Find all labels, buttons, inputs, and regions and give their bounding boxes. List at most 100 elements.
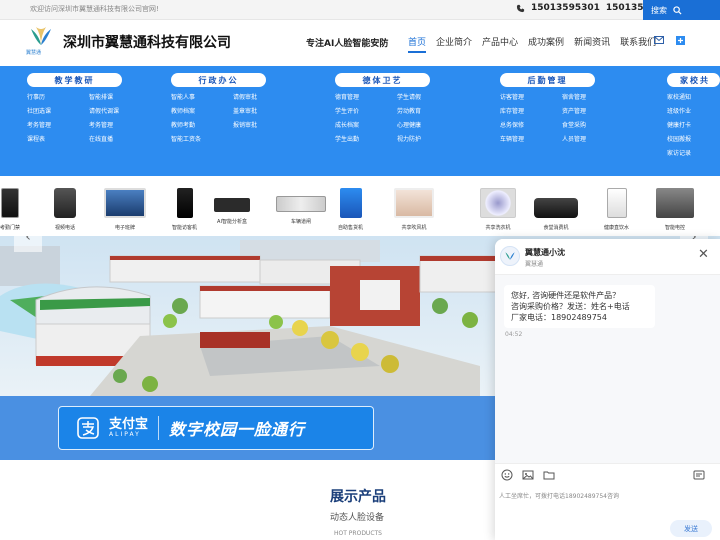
menu-link[interactable]: 学生出勤 [335, 134, 397, 143]
product-item[interactable]: 健康直饮水 [604, 188, 629, 231]
product-item[interactable]: AI智能分析盒 [214, 188, 250, 225]
product-item[interactable]: 智能访客机 [172, 188, 197, 231]
product-item[interactable]: 电子班牌 [104, 188, 146, 231]
menu-link[interactable]: 人员管理 [562, 134, 624, 143]
screenshot-icon[interactable] [693, 469, 705, 481]
menu-title-moral[interactable]: 德体卫艺 [335, 73, 430, 87]
header-icons [654, 36, 685, 45]
menu-link[interactable]: 在线直播 [89, 134, 151, 143]
menu-link[interactable]: 访客管理 [500, 92, 562, 101]
nav-cases[interactable]: 成功案例 [528, 35, 564, 53]
menu-link[interactable]: 班级作业 [667, 106, 720, 115]
product-item[interactable]: 自助售货机 [338, 188, 363, 231]
nav-home[interactable]: 首页 [408, 35, 427, 53]
product-label: 考勤门禁 [0, 225, 21, 231]
folder-icon[interactable] [543, 469, 555, 481]
close-icon[interactable]: ✕ [698, 248, 709, 261]
menu-title-admin[interactable]: 行政办公 [171, 73, 266, 87]
message-line: 咨询采购价格？发送：姓名+电话 [511, 302, 630, 311]
menu-link[interactable]: 宿舍管理 [562, 92, 624, 101]
menu-link[interactable]: 库存管理 [500, 106, 562, 115]
menu-link[interactable]: 劳动教育 [397, 106, 459, 115]
phone-number-1[interactable]: 15013595301 [531, 3, 600, 13]
menu-link[interactable]: 行事历 [27, 92, 89, 101]
menu-title-logistics[interactable]: 后勤管理 [500, 73, 595, 87]
menu-link[interactable]: 请假审批 [233, 92, 295, 101]
product-item[interactable]: 共享洗衣机 [480, 188, 516, 231]
menu-link[interactable]: 资产管理 [562, 106, 624, 115]
section-en-title: HOT PRODUCTS [334, 530, 382, 537]
message-time: 04:52 [505, 331, 523, 338]
company-logo[interactable]: 翼慧通 [26, 25, 54, 59]
chat-input[interactable]: 人工坐席忙，可拨打电话18902489754咨询 [499, 491, 619, 500]
section-title: 展示产品 [330, 489, 386, 505]
banner-slogan: 数字校园一脸通行 [169, 420, 306, 439]
menu-title-home-school[interactable]: 家校共 [667, 73, 720, 87]
menu-title-teaching[interactable]: 教学教研 [27, 73, 122, 87]
product-item[interactable]: 智能电控 [656, 188, 694, 231]
nav-news[interactable]: 新闻资讯 [574, 35, 610, 53]
logo-mark-icon [31, 27, 51, 45]
chat-input-area: 人工坐席忙，可拨打电话18902489754咨询 发送 [495, 463, 720, 540]
menu-link[interactable]: 考务管理 [27, 120, 89, 129]
product-strip: 考勤门禁 视频电话 电子班牌 智能访客机 AI智能分析盒 车辆道闸 自助售货机 … [0, 172, 720, 236]
mail-icon[interactable] [654, 36, 664, 44]
menu-link[interactable]: 总务保修 [500, 120, 562, 129]
nav-about[interactable]: 企业简介 [436, 35, 472, 53]
menu-link[interactable]: 盖章审批 [233, 106, 295, 115]
menu-link[interactable]: 家访记录 [667, 148, 720, 157]
plus-icon[interactable] [676, 36, 685, 45]
product-label: 共享吹风机 [401, 225, 427, 231]
product-item[interactable]: 共享吹风机 [394, 188, 434, 231]
search-button[interactable]: 搜索 [643, 0, 720, 20]
menu-link[interactable]: 考务管理 [89, 120, 151, 129]
image-icon[interactable] [522, 469, 534, 481]
product-item[interactable]: 车辆道闸 [276, 188, 326, 225]
product-item[interactable]: 视频电话 [54, 188, 76, 231]
menu-link[interactable]: 教师档案 [171, 106, 233, 115]
agent-org: 翼慧通 [525, 261, 544, 268]
menu-link[interactable]: 智能排课 [89, 92, 151, 101]
alipay-wordmark: 支付宝 ALIPAY [109, 418, 148, 438]
menu-link[interactable]: 家校通知 [667, 92, 720, 101]
product-item[interactable]: 考勤门禁 [0, 188, 20, 231]
menu-link[interactable]: 社团选课 [27, 106, 89, 115]
phone-icon [516, 4, 525, 12]
menu-link[interactable]: 教师考勤 [171, 120, 233, 129]
product-item[interactable]: 食堂消费机 [534, 188, 578, 231]
water-dispenser-icon [606, 188, 627, 218]
menu-link[interactable]: 学生评价 [335, 106, 397, 115]
menu-link[interactable] [233, 134, 295, 143]
menu-link[interactable]: 学生请假 [397, 92, 459, 101]
menu-link[interactable]: 车辆管理 [500, 134, 562, 143]
alipay-slogan-box[interactable]: 支付宝 ALIPAY 数字校园一脸通行 [58, 406, 374, 450]
nav-products[interactable]: 产品中心 [482, 35, 518, 53]
search-label: 搜索 [651, 5, 667, 15]
menu-link[interactable]: 校园搬报 [667, 134, 720, 143]
product-label: AI智能分析盒 [217, 219, 247, 225]
send-button[interactable]: 发送 [670, 520, 712, 537]
menu-link[interactable]: 请假代调课 [89, 106, 151, 115]
menu-link[interactable]: 健康打卡 [667, 120, 720, 129]
banner-prev-arrow[interactable]: ‹ [14, 236, 42, 252]
menu-link[interactable]: 心理健康 [397, 120, 459, 129]
power-control-icon [656, 188, 694, 218]
menu-link[interactable]: 德育管理 [335, 92, 397, 101]
agent-avatar [500, 246, 520, 266]
emoji-icon[interactable] [501, 469, 513, 481]
menu-col-teaching: 教学教研 行事历 智能排课 社团选课 请假代调课 考务管理 考务管理 课程表 在… [27, 73, 151, 143]
visitor-kiosk-icon [176, 188, 193, 218]
vending-machine-icon [339, 188, 362, 218]
hair-dryer-icon [394, 188, 434, 218]
product-label: 视频电话 [54, 225, 75, 231]
logo-text: 翼慧通 [26, 50, 42, 56]
menu-link[interactable]: 课程表 [27, 134, 89, 143]
menu-link[interactable]: 智能工资条 [171, 134, 233, 143]
menu-link[interactable]: 报销审批 [233, 120, 295, 129]
menu-link[interactable]: 视力防护 [397, 134, 459, 143]
menu-link[interactable]: 智能人事 [171, 92, 233, 101]
nav-contact[interactable]: 联系我们 [620, 35, 656, 53]
alipay-cn: 支付宝 [109, 417, 149, 432]
menu-link[interactable]: 成长档案 [335, 120, 397, 129]
menu-link[interactable]: 食堂采购 [562, 120, 624, 129]
